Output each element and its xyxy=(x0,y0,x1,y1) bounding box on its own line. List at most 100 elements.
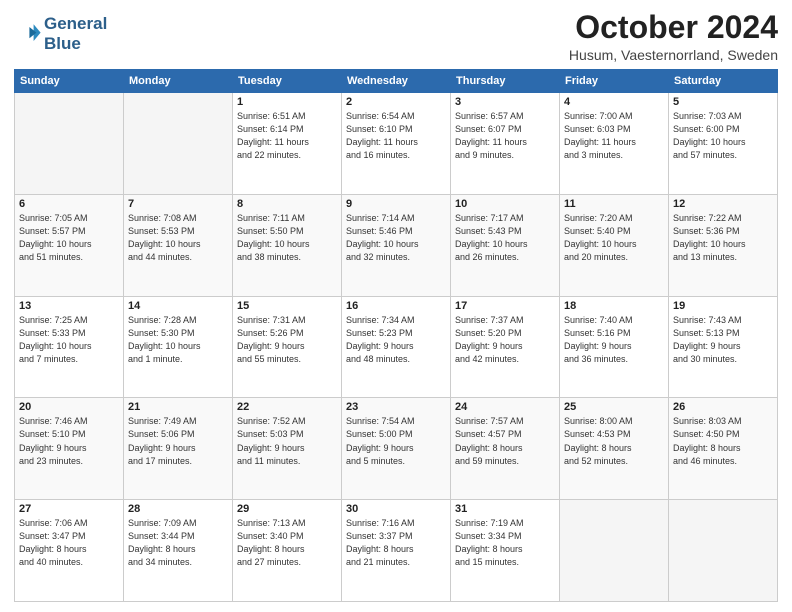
calendar-cell: 26 Sunrise: 8:03 AM Sunset: 4:50 PM Dayli… xyxy=(669,398,778,500)
day-info: Sunrise: 6:54 AM Sunset: 6:10 PM Dayligh… xyxy=(346,110,446,162)
day-number: 28 xyxy=(128,503,228,515)
calendar-cell: 13 Sunrise: 7:25 AM Sunset: 5:33 PM Dayli… xyxy=(15,296,124,398)
calendar-cell: 8Sunrise: 7:11 AM Sunset: 5:50 PM Daylig… xyxy=(233,194,342,296)
day-info: Sunrise: 7:00 AM Sunset: 6:03 PM Dayligh… xyxy=(564,110,664,162)
day-number: 21 xyxy=(128,401,228,413)
day-number: 4 xyxy=(564,96,664,108)
calendar-cell: 19 Sunrise: 7:43 AM Sunset: 5:13 PM Dayli… xyxy=(669,296,778,398)
day-info: Sunrise: 7:57 AM Sunset: 4:57 PM Dayligh… xyxy=(455,415,555,467)
calendar-cell: 3Sunrise: 6:57 AM Sunset: 6:07 PM Daylig… xyxy=(451,93,560,195)
day-info: Sunrise: 7:22 AM Sunset: 5:36 PM Dayligh… xyxy=(673,212,773,264)
weekday-header-monday: Monday xyxy=(124,70,233,93)
logo-text: General Blue xyxy=(44,14,107,53)
day-info: Sunrise: 7:28 AM Sunset: 5:30 PM Dayligh… xyxy=(128,314,228,366)
day-info: Sunrise: 8:00 AM Sunset: 4:53 PM Dayligh… xyxy=(564,415,664,467)
calendar-cell: 5Sunrise: 7:03 AM Sunset: 6:00 PM Daylig… xyxy=(669,93,778,195)
calendar-cell: 6 Sunrise: 7:05 AM Sunset: 5:57 PM Daylig… xyxy=(15,194,124,296)
calendar-cell: 2 Sunrise: 6:54 AM Sunset: 6:10 PM Daylig… xyxy=(342,93,451,195)
calendar-cell: 27 Sunrise: 7:06 AM Sunset: 3:47 PM Dayli… xyxy=(15,500,124,602)
day-info: Sunrise: 7:06 AM Sunset: 3:47 PM Dayligh… xyxy=(19,517,119,569)
calendar-cell: 23Sunrise: 7:54 AM Sunset: 5:00 PM Dayli… xyxy=(342,398,451,500)
day-info: Sunrise: 7:43 AM Sunset: 5:13 PM Dayligh… xyxy=(673,314,773,366)
day-number: 12 xyxy=(673,198,773,210)
calendar-cell: 9Sunrise: 7:14 AM Sunset: 5:46 PM Daylig… xyxy=(342,194,451,296)
day-number: 6 xyxy=(19,198,119,210)
day-info: Sunrise: 7:19 AM Sunset: 3:34 PM Dayligh… xyxy=(455,517,555,569)
day-info: Sunrise: 7:25 AM Sunset: 5:33 PM Dayligh… xyxy=(19,314,119,366)
day-info: Sunrise: 7:40 AM Sunset: 5:16 PM Dayligh… xyxy=(564,314,664,366)
day-info: Sunrise: 7:17 AM Sunset: 5:43 PM Dayligh… xyxy=(455,212,555,264)
calendar-cell: 16Sunrise: 7:34 AM Sunset: 5:23 PM Dayli… xyxy=(342,296,451,398)
calendar-week-row: 1 Sunrise: 6:51 AM Sunset: 6:14 PM Daylig… xyxy=(15,93,778,195)
calendar-cell: 20 Sunrise: 7:46 AM Sunset: 5:10 PM Dayli… xyxy=(15,398,124,500)
day-info: Sunrise: 8:03 AM Sunset: 4:50 PM Dayligh… xyxy=(673,415,773,467)
calendar-cell: 7Sunrise: 7:08 AM Sunset: 5:53 PM Daylig… xyxy=(124,194,233,296)
day-info: Sunrise: 7:05 AM Sunset: 5:57 PM Dayligh… xyxy=(19,212,119,264)
logo-icon xyxy=(14,20,42,48)
weekday-header-wednesday: Wednesday xyxy=(342,70,451,93)
day-number: 8 xyxy=(237,198,337,210)
calendar-week-row: 27 Sunrise: 7:06 AM Sunset: 3:47 PM Dayli… xyxy=(15,500,778,602)
weekday-header-thursday: Thursday xyxy=(451,70,560,93)
day-number: 10 xyxy=(455,198,555,210)
day-number: 16 xyxy=(346,300,446,312)
day-info: Sunrise: 6:51 AM Sunset: 6:14 PM Dayligh… xyxy=(237,110,337,162)
logo: General Blue xyxy=(14,14,107,53)
calendar-cell: 12 Sunrise: 7:22 AM Sunset: 5:36 PM Dayli… xyxy=(669,194,778,296)
day-number: 29 xyxy=(237,503,337,515)
calendar-week-row: 6 Sunrise: 7:05 AM Sunset: 5:57 PM Daylig… xyxy=(15,194,778,296)
weekday-header-tuesday: Tuesday xyxy=(233,70,342,93)
day-number: 1 xyxy=(237,96,337,108)
day-number: 26 xyxy=(673,401,773,413)
day-info: Sunrise: 7:13 AM Sunset: 3:40 PM Dayligh… xyxy=(237,517,337,569)
calendar-cell: 25 Sunrise: 8:00 AM Sunset: 4:53 PM Dayli… xyxy=(560,398,669,500)
weekday-header-friday: Friday xyxy=(560,70,669,93)
calendar-cell xyxy=(124,93,233,195)
day-number: 25 xyxy=(564,401,664,413)
day-number: 7 xyxy=(128,198,228,210)
calendar-week-row: 13 Sunrise: 7:25 AM Sunset: 5:33 PM Dayli… xyxy=(15,296,778,398)
day-number: 2 xyxy=(346,96,446,108)
day-number: 15 xyxy=(237,300,337,312)
day-number: 17 xyxy=(455,300,555,312)
calendar-cell: 1 Sunrise: 6:51 AM Sunset: 6:14 PM Daylig… xyxy=(233,93,342,195)
calendar-cell: 28Sunrise: 7:09 AM Sunset: 3:44 PM Dayli… xyxy=(124,500,233,602)
calendar-cell xyxy=(560,500,669,602)
day-number: 24 xyxy=(455,401,555,413)
calendar-cell xyxy=(15,93,124,195)
calendar-cell: 31 Sunrise: 7:19 AM Sunset: 3:34 PM Dayli… xyxy=(451,500,560,602)
day-number: 14 xyxy=(128,300,228,312)
day-info: Sunrise: 7:16 AM Sunset: 3:37 PM Dayligh… xyxy=(346,517,446,569)
calendar-cell: 14 Sunrise: 7:28 AM Sunset: 5:30 PM Dayli… xyxy=(124,296,233,398)
day-number: 9 xyxy=(346,198,446,210)
calendar-cell: 24 Sunrise: 7:57 AM Sunset: 4:57 PM Dayli… xyxy=(451,398,560,500)
day-info: Sunrise: 7:31 AM Sunset: 5:26 PM Dayligh… xyxy=(237,314,337,366)
day-number: 31 xyxy=(455,503,555,515)
weekday-header-sunday: Sunday xyxy=(15,70,124,93)
day-info: Sunrise: 7:37 AM Sunset: 5:20 PM Dayligh… xyxy=(455,314,555,366)
month-title: October 2024 xyxy=(569,10,778,45)
calendar-cell: 21Sunrise: 7:49 AM Sunset: 5:06 PM Dayli… xyxy=(124,398,233,500)
day-number: 13 xyxy=(19,300,119,312)
calendar-cell: 17 Sunrise: 7:37 AM Sunset: 5:20 PM Dayli… xyxy=(451,296,560,398)
calendar-cell: 10 Sunrise: 7:17 AM Sunset: 5:43 PM Dayli… xyxy=(451,194,560,296)
day-info: Sunrise: 7:52 AM Sunset: 5:03 PM Dayligh… xyxy=(237,415,337,467)
day-number: 19 xyxy=(673,300,773,312)
location-subtitle: Husum, Vaesternorrland, Sweden xyxy=(569,47,778,63)
calendar-cell: 4 Sunrise: 7:00 AM Sunset: 6:03 PM Daylig… xyxy=(560,93,669,195)
day-info: Sunrise: 7:54 AM Sunset: 5:00 PM Dayligh… xyxy=(346,415,446,467)
day-info: Sunrise: 7:03 AM Sunset: 6:00 PM Dayligh… xyxy=(673,110,773,162)
page: General Blue October 2024 Husum, Vaester… xyxy=(0,0,792,612)
calendar-cell: 29 Sunrise: 7:13 AM Sunset: 3:40 PM Dayli… xyxy=(233,500,342,602)
weekday-header-row: SundayMondayTuesdayWednesdayThursdayFrid… xyxy=(15,70,778,93)
calendar-cell: 11Sunrise: 7:20 AM Sunset: 5:40 PM Dayli… xyxy=(560,194,669,296)
day-info: Sunrise: 7:46 AM Sunset: 5:10 PM Dayligh… xyxy=(19,415,119,467)
day-number: 20 xyxy=(19,401,119,413)
calendar-cell: 22Sunrise: 7:52 AM Sunset: 5:03 PM Dayli… xyxy=(233,398,342,500)
calendar-cell: 18Sunrise: 7:40 AM Sunset: 5:16 PM Dayli… xyxy=(560,296,669,398)
day-number: 30 xyxy=(346,503,446,515)
day-number: 3 xyxy=(455,96,555,108)
day-number: 27 xyxy=(19,503,119,515)
title-block: October 2024 Husum, Vaesternorrland, Swe… xyxy=(569,10,778,63)
calendar-cell: 15 Sunrise: 7:31 AM Sunset: 5:26 PM Dayli… xyxy=(233,296,342,398)
